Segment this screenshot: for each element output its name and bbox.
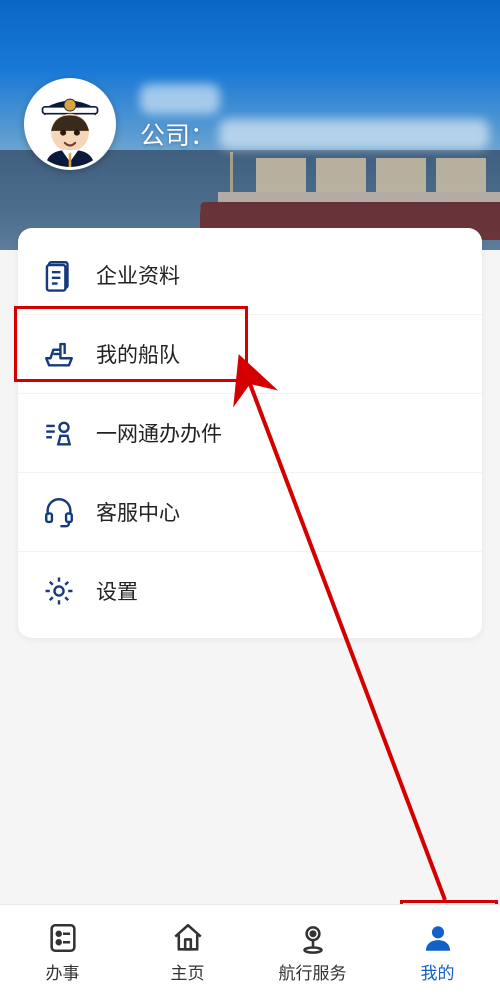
stamp-icon bbox=[42, 416, 76, 450]
company-line: 公司： bbox=[140, 116, 489, 152]
nav-label: 办事 bbox=[46, 959, 80, 984]
gear-icon bbox=[42, 574, 76, 608]
nav-label: 我的 bbox=[421, 959, 455, 984]
menu-item-label: 设置 bbox=[96, 576, 138, 606]
menu-item-support-center[interactable]: 客服中心 bbox=[18, 473, 482, 552]
menu-item-company-profile[interactable]: 企业资料 bbox=[18, 232, 482, 315]
nav-mine[interactable]: 我的 bbox=[375, 905, 500, 1000]
menu-item-my-fleet[interactable]: 我的船队 bbox=[18, 315, 482, 394]
form-icon bbox=[46, 921, 80, 955]
menu-item-label: 一网通办办件 bbox=[96, 418, 222, 448]
user-name-redacted bbox=[140, 84, 220, 114]
headset-icon bbox=[42, 495, 76, 529]
document-icon bbox=[42, 258, 76, 292]
ship-icon bbox=[42, 337, 76, 371]
home-icon bbox=[171, 921, 205, 955]
menu-item-label: 我的船队 bbox=[96, 339, 180, 369]
person-icon bbox=[421, 921, 455, 955]
avatar[interactable] bbox=[24, 78, 116, 170]
menu-item-settings[interactable]: 设置 bbox=[18, 552, 482, 634]
nav-home[interactable]: 主页 bbox=[125, 905, 250, 1000]
screen: 公司： 企业资料 我的船队 bbox=[0, 0, 500, 1000]
nav-label: 航行服务 bbox=[279, 959, 347, 984]
bottom-nav: 办事 主页 航行服务 bbox=[0, 904, 500, 1000]
nav-label: 主页 bbox=[171, 959, 205, 984]
menu-item-label: 客服中心 bbox=[96, 497, 180, 527]
company-prefix: 公司： bbox=[140, 116, 215, 152]
company-name-redacted bbox=[219, 119, 489, 149]
menu-item-label: 企业资料 bbox=[96, 260, 180, 290]
menu-item-one-stop-cases[interactable]: 一网通办办件 bbox=[18, 394, 482, 473]
pin-icon bbox=[296, 921, 330, 955]
nav-affairs[interactable]: 办事 bbox=[0, 905, 125, 1000]
profile-hero: 公司： bbox=[0, 0, 500, 250]
nav-sailing[interactable]: 航行服务 bbox=[250, 905, 375, 1000]
menu-card: 企业资料 我的船队 一网通办办件 bbox=[18, 228, 482, 638]
